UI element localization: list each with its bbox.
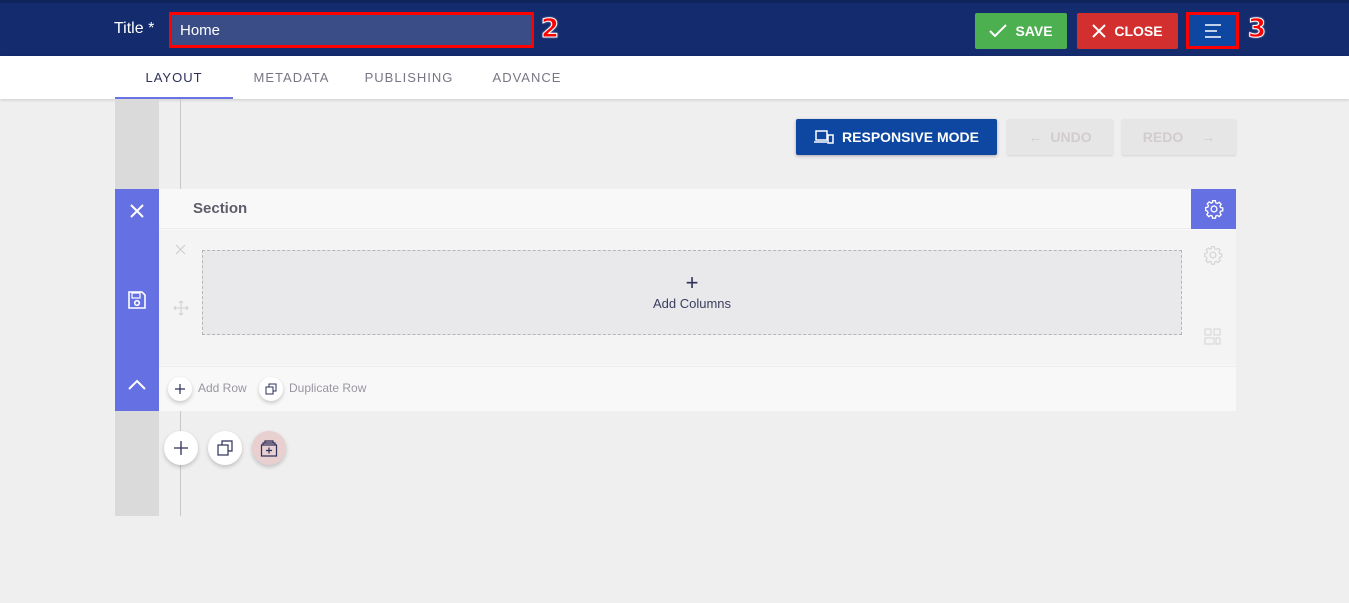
save-section-button[interactable] (115, 290, 159, 310)
section-settings-button[interactable] (1191, 189, 1236, 229)
duplicate-section-button[interactable] (208, 431, 242, 465)
undo-button[interactable]: ← UNDO (1007, 119, 1113, 155)
save-label: SAVE (1015, 23, 1053, 39)
move-icon (173, 300, 189, 316)
row-settings-button[interactable] (1203, 245, 1223, 270)
redo-button[interactable]: REDO → (1122, 119, 1236, 155)
add-row-label[interactable]: Add Row (198, 381, 247, 395)
arrow-left-icon: ← (1028, 129, 1043, 145)
row-layout-button[interactable] (1204, 328, 1221, 350)
menu-icon (1204, 23, 1221, 38)
remove-row-button[interactable] (175, 242, 186, 260)
tab-layout[interactable]: LAYOUT (115, 56, 233, 99)
drag-row-handle[interactable] (173, 300, 189, 321)
row-area: + Add Columns (159, 230, 1191, 365)
close-icon (175, 244, 186, 255)
devices-icon (814, 130, 834, 144)
duplicate-row-label[interactable]: Duplicate Row (289, 381, 366, 395)
tab-bar: LAYOUT METADATA PUBLISHING ADVANCE (0, 56, 1349, 99)
plus-icon (175, 384, 185, 394)
close-label: CLOSE (1114, 23, 1163, 39)
tab-metadata[interactable]: METADATA (240, 56, 343, 99)
redo-label: REDO (1142, 129, 1184, 145)
annotation-badge-3: 3 (1247, 14, 1267, 45)
annotation-badge-2: 2 (540, 14, 560, 45)
save-button[interactable]: SAVE (975, 13, 1067, 49)
row-tools (1191, 230, 1236, 365)
section-header: Section (159, 189, 1191, 229)
copy-icon (217, 440, 233, 456)
add-columns-label: Add Columns (652, 296, 732, 311)
title-input[interactable] (169, 12, 534, 48)
plus-icon: + (685, 270, 699, 295)
archive-add-icon (260, 440, 278, 457)
tab-publishing[interactable]: PUBLISHING (355, 56, 463, 99)
add-columns-dropzone[interactable]: + Add Columns (202, 250, 1182, 335)
add-row-button[interactable] (168, 377, 192, 401)
menu-button[interactable] (1186, 12, 1239, 49)
undo-label: UNDO (1050, 129, 1092, 145)
responsive-mode-button[interactable]: RESPONSIVE MODE (796, 119, 997, 155)
copy-icon (265, 383, 277, 395)
row-footer: Add Row Duplicate Row (159, 366, 1236, 411)
close-icon (130, 204, 144, 218)
responsive-mode-label: RESPONSIVE MODE (842, 129, 979, 145)
arrow-right-icon: → (1201, 129, 1216, 145)
grid-layout-icon (1204, 328, 1221, 345)
title-label: Title * (114, 20, 155, 37)
section-title: Section (193, 200, 248, 217)
gear-icon (1204, 200, 1223, 219)
gear-icon (1204, 246, 1223, 265)
close-icon (1092, 24, 1107, 38)
add-from-library-button[interactable] (252, 431, 286, 465)
plus-icon (174, 441, 188, 455)
section-block: Section + Add Columns Add Row Duplicate … (159, 189, 1236, 411)
remove-section-button[interactable] (115, 204, 159, 218)
duplicate-row-button[interactable] (259, 377, 283, 401)
collapse-section-button[interactable] (115, 379, 159, 391)
section-sidebar (115, 189, 159, 411)
tab-advance[interactable]: ADVANCE (482, 56, 572, 99)
chevron-up-icon (128, 379, 146, 390)
close-button[interactable]: CLOSE (1077, 13, 1178, 49)
top-bar: Title * 2 SAVE CLOSE 3 (0, 0, 1349, 56)
floppy-disk-icon (128, 291, 146, 309)
check-icon (989, 24, 1008, 38)
add-section-button[interactable] (164, 431, 198, 465)
